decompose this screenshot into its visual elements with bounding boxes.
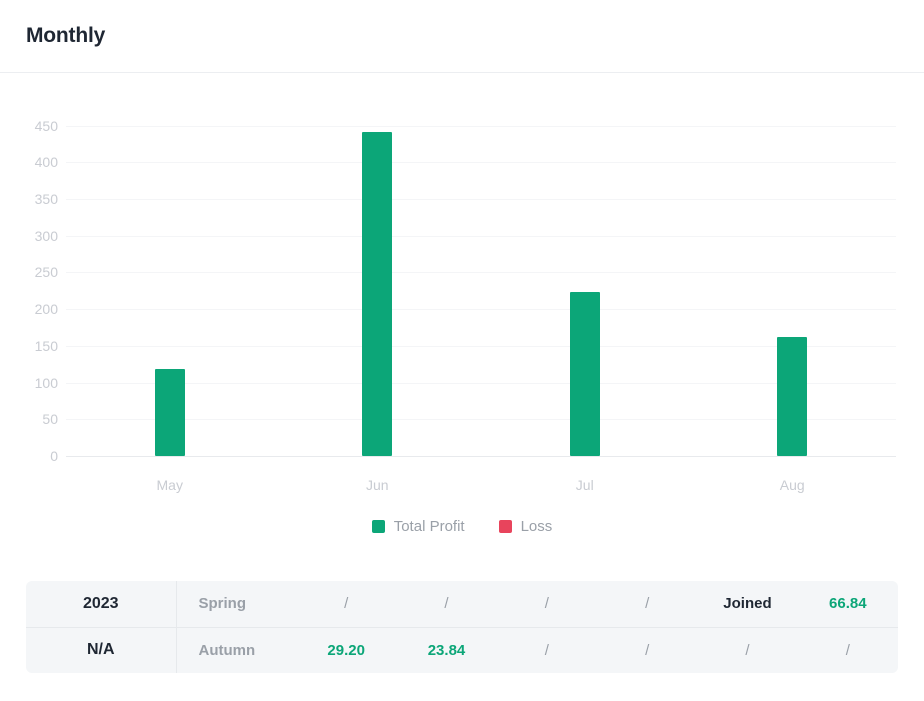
table-row: 2023 Spring / / / / Joined 66.84	[26, 581, 898, 628]
card-header: Monthly	[0, 0, 924, 73]
table-cell-value: 29.20	[327, 641, 365, 659]
y-axis-tick-label: 50	[42, 411, 58, 428]
y-axis-tick-label: 150	[34, 337, 58, 354]
table-cell-value: /	[396, 581, 497, 628]
table-cell-index: 2023	[26, 581, 176, 628]
x-axis-tick-label: Jun	[365, 477, 389, 493]
y-axis-tick-label: 200	[34, 301, 58, 318]
table-cell-value: 66.84	[797, 581, 898, 628]
bar[interactable]	[362, 131, 393, 456]
y-axis-tick-label: 450	[34, 117, 58, 134]
summary-table: 2023 Spring / / / / Joined 66.84 N/A Autumn 29.20 2…	[26, 581, 898, 673]
y-axis-tick-label: 0	[50, 448, 58, 464]
table-row: N/A Autumn 29.20 23.84 / / / /	[26, 627, 898, 673]
x-axis-tick-label: Aug	[779, 477, 805, 493]
table-cell-season: Spring	[175, 581, 296, 628]
table-cell-value: 23.84	[427, 641, 466, 659]
legend-item[interactable]: Loss	[498, 518, 553, 535]
chart-legend: Total Profit Loss	[0, 518, 924, 535]
y-axis-tick-label: 350	[34, 191, 58, 208]
table-cell-value: /	[745, 641, 750, 659]
bar-series-group	[66, 111, 896, 456]
bar[interactable]	[154, 368, 185, 456]
legend-item-label: Total Profit	[393, 518, 465, 535]
y-axis: 0 50 100 150 200 250 300 350 400 450	[0, 111, 58, 464]
table-cell-value: /	[645, 641, 650, 659]
gridline	[66, 456, 896, 457]
table-cell-value: /	[845, 641, 850, 659]
square-swatch-icon	[371, 520, 385, 533]
square-swatch-icon	[498, 520, 512, 533]
table-cell-value: Joined	[697, 581, 798, 628]
plot-area	[66, 111, 896, 457]
table-cell-value: /	[296, 581, 397, 628]
table-cell-value: /	[544, 641, 549, 659]
table-cell-value: /	[496, 581, 597, 628]
x-axis-tick-label: May	[156, 477, 183, 493]
table: 2023 Spring / / / / Joined 66.84 N/A Autumn 29.20 2…	[26, 581, 898, 673]
legend-item[interactable]: Total Profit	[371, 518, 465, 535]
y-axis-tick-label: 400	[34, 154, 58, 171]
bar[interactable]	[569, 292, 600, 456]
x-axis-tick-label: Jul	[575, 477, 594, 493]
bar-chart: 0 50 100 150 200 250 300 350 400 450 May Jun Jul Aug…	[0, 93, 924, 535]
bar[interactable]	[777, 337, 808, 456]
x-axis: May Jun Jul Aug	[66, 477, 896, 501]
table-cell-value: /	[596, 581, 698, 628]
table-body: 2023 Spring / / / / Joined 66.84 N/A Autumn 29.20 2…	[26, 581, 898, 673]
y-axis-tick-label: 300	[34, 227, 58, 244]
y-axis-tick-label: 100	[34, 374, 58, 391]
legend-item-label: Loss	[520, 518, 553, 535]
table-cell-season: Autumn	[175, 627, 296, 673]
page-title: Monthly	[26, 24, 106, 47]
table-cell-index: N/A	[86, 641, 115, 659]
y-axis-tick-label: 250	[34, 264, 58, 281]
